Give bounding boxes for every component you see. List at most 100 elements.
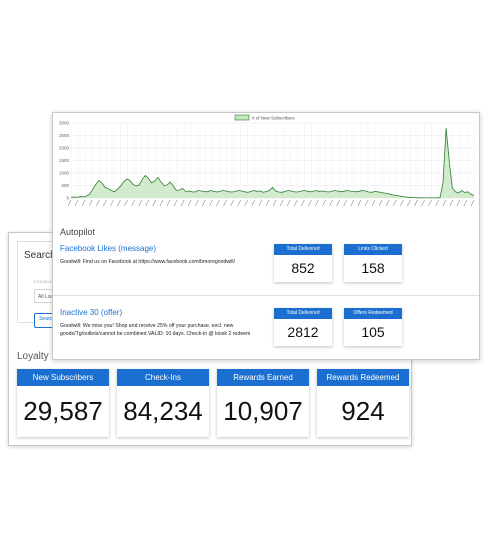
x-tick-label [315,199,319,207]
x-tick-label [343,199,348,207]
y-tick-label: 2500 [59,133,70,138]
x-tick-label [463,199,468,207]
x-tick-label [152,199,157,207]
divider [53,295,479,296]
x-tick-label [385,199,390,207]
x-tick-label [442,199,446,207]
y-tick-label: 0 [66,196,69,201]
x-tick-label [392,199,397,207]
x-tick-label [166,199,171,207]
x-tick-label [456,199,461,207]
x-tick-label [251,199,256,207]
stat-label: Check-Ins [117,369,209,386]
x-tick-label [138,199,142,207]
metric-label: Total Delivered [274,244,332,255]
y-tick-label: 1500 [59,158,70,163]
x-tick-label [435,199,439,207]
x-tick-label [202,199,206,207]
x-tick-label [421,199,425,207]
subscribers-chart: 0 500 1000 1500 2000 2500 3000 # of New Subscri… [59,114,475,207]
x-tick-label [187,199,192,207]
stat-value: 29,587 [23,396,103,426]
x-tick-label [88,199,93,207]
offer-body: Goodwill: Find us on Facebook at https:/… [60,259,236,265]
x-tick-label [336,199,340,207]
x-tick-label [265,199,270,207]
x-tick-label [96,199,100,207]
metric-label: Total Delivered [274,308,332,319]
x-tick-label [103,199,107,207]
autopilot-title: Autopilot [60,227,96,237]
x-tick-label [81,199,86,207]
legend-swatch [234,114,250,121]
stat-card-rewards-redeemed: Rewards Redeemed 924 [317,369,409,437]
legend-label: # of New Subscribers [252,116,296,121]
metric-links-clicked: Links Clicked 158 [344,244,402,282]
search-title: Search [24,250,56,261]
x-tick-label [286,199,291,207]
x-tick-label [131,199,135,207]
x-tick-label [428,199,432,207]
metric-value: 2812 [287,324,319,340]
stat-label: Rewards Redeemed [317,369,409,386]
x-tick-label [180,199,185,207]
stat-card-rewards-earned: Rewards Earned 10,907 [217,369,309,437]
x-tick-label [371,199,376,207]
offer-body: Goodwill: We miss you! Shop and receive … [60,323,251,338]
x-tick-label [293,199,298,207]
x-tick-label [159,199,164,207]
loyalty-title: Loyalty [17,351,49,362]
x-tick-label [173,199,178,207]
x-tick-label [117,199,121,207]
metric-value: 158 [361,260,385,276]
metric-total-delivered: Total Delivered 852 [274,244,332,282]
x-tick-label [400,199,404,207]
stat-value: 924 [341,396,385,426]
x-tick-label [407,199,411,207]
x-tick-label [67,199,72,207]
x-tick-label [258,199,263,207]
y-tick-label: 3000 [59,121,70,126]
x-tick-label [110,199,114,207]
x-tick-label [237,199,241,207]
x-tick-label [194,199,199,207]
stat-card-new-subscribers: New Subscribers 29,587 [17,369,109,437]
autopilot-card: 0 500 1000 1500 2000 2500 3000 # of New Subscri… [52,112,480,360]
x-tick-label [364,199,369,207]
stat-value: 84,234 [123,396,203,426]
y-tick-label: 2000 [59,146,70,151]
stat-value: 10,907 [223,396,303,426]
metric-label: Links Clicked [344,244,402,255]
stat-label: New Subscribers [17,369,109,386]
x-tick-label [308,199,312,207]
y-tick-label: 1000 [59,171,70,176]
x-tick-label [74,199,79,207]
y-tick-label: 500 [61,183,69,188]
metric-total-delivered: Total Delivered 2812 [274,308,332,346]
x-tick-label [322,199,326,207]
x-tick-label [230,199,234,207]
x-tick-label [209,199,213,207]
x-tick-label [244,199,249,207]
stat-label: Rewards Earned [217,369,309,386]
x-tick-label [145,199,150,207]
x-tick-label [223,199,227,207]
x-tick-label [357,199,362,207]
x-tick-label [350,199,355,207]
x-tick-label [124,199,128,207]
x-tick-label [329,199,333,207]
stat-card-check-ins: Check-Ins 84,234 [117,369,209,437]
x-tick-label [216,199,220,207]
metric-value: 105 [361,324,385,340]
x-tick-label [449,199,454,207]
x-tick-label [470,199,475,207]
x-tick-label [378,199,383,207]
x-tick-label [279,199,284,207]
metric-value: 852 [291,260,315,276]
x-tick-label [272,199,277,207]
x-tick-label [301,199,305,207]
offer-title[interactable]: Inactive 30 (offer) [60,308,122,317]
metric-offers-redeemed: Offers Redeemed 105 [344,308,402,346]
offer-title[interactable]: Facebook Likes (message) [60,244,156,253]
x-tick-label [414,199,418,207]
